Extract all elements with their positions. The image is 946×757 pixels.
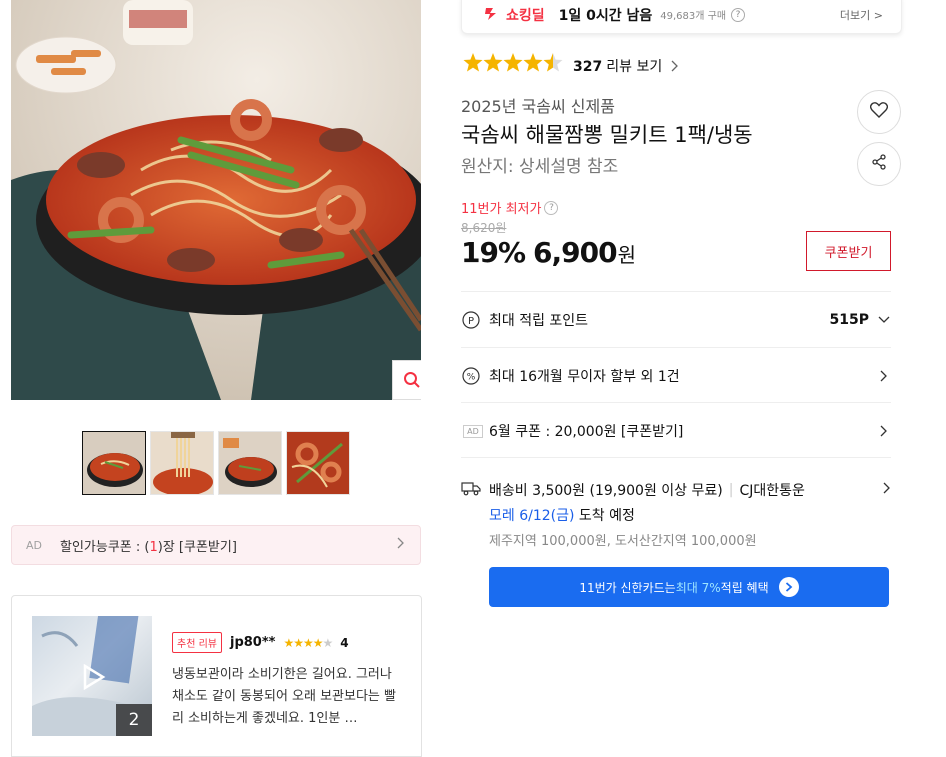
divider — [461, 347, 891, 348]
divider — [461, 402, 891, 403]
review-link-label: 리뷰 보기 — [606, 59, 663, 75]
deal-more-link[interactable]: 더보기 > — [840, 7, 883, 23]
get-coupon-button[interactable]: 쿠폰받기 — [806, 231, 891, 271]
help-icon[interactable]: ? — [731, 7, 746, 22]
review-meta: 추천 리뷰 jp80** ★★★★★ 4 — [172, 632, 349, 653]
share-button[interactable] — [857, 142, 901, 186]
discount-rate: 19% — [461, 236, 526, 269]
chevron-right-icon — [883, 482, 891, 498]
thumbnail-2[interactable] — [150, 431, 214, 495]
installment-label: 최대 16개월 무이자 할부 외 1건 — [489, 369, 680, 385]
arrival-suffix: 도착 예정 — [574, 508, 635, 524]
point-icon: P — [461, 310, 481, 330]
arrow-right-icon — [778, 577, 799, 597]
product-star-rating — [463, 52, 565, 80]
product-title: 국솜씨 해물짬뽕 밀키트 1팩/냉동 — [461, 123, 753, 147]
lowest-price-text: 11번가 최저가 — [461, 202, 542, 217]
product-subtitle: 2025년 국솜씨 신제품 — [461, 97, 615, 116]
recommended-review-badge: 추천 리뷰 — [172, 632, 222, 653]
search-icon — [403, 371, 421, 389]
svg-text:%: % — [467, 373, 476, 383]
chevron-right-icon — [396, 537, 406, 553]
thumbnail-3[interactable] — [218, 431, 282, 495]
original-price: 8,620원 — [461, 221, 507, 235]
thumbnail-4[interactable] — [286, 431, 350, 495]
ad-coupon-count: 1 — [149, 539, 158, 555]
arrival-date: 모레 6/12(금) — [489, 508, 575, 524]
review-image-count: 2 — [116, 704, 152, 736]
shocking-deal-bar: 쇼킹딜 1일 0시간 남음 49,683개 구매 ? 더보기 > — [461, 0, 902, 34]
arrival-estimate: 모레 6/12(금) 도착 예정 — [489, 505, 891, 525]
currency-unit: 원 — [617, 243, 637, 267]
truck-icon — [461, 480, 481, 500]
wishlist-button[interactable] — [857, 90, 901, 134]
shipping-fee-line: 배송비 3,500원 (19,900원 이상 무료) | CJ대한통운 — [461, 480, 891, 500]
reviewer-name: jp80** — [229, 635, 276, 650]
card-banner-highlight: 최대 7% — [675, 580, 721, 595]
points-value: 515P — [829, 312, 869, 328]
share-icon — [871, 154, 887, 174]
rating-summary[interactable]: 327 리뷰 보기 — [463, 52, 680, 80]
card-banner-suffix: 적립 혜택 — [720, 580, 769, 595]
ad-tag: AD — [26, 538, 42, 552]
deal-sold-count: 49,683개 구매 — [660, 11, 727, 22]
card-banner-prefix: 11번가 신한카드는 — [579, 580, 676, 595]
sale-price-row: 19% 6,900 원 — [461, 236, 636, 269]
ad-icon: AD — [461, 421, 485, 441]
thumbnail-1[interactable] — [82, 431, 146, 495]
percent-icon: % — [461, 366, 481, 386]
chevron-right-icon — [877, 425, 891, 437]
review-score: 4 — [340, 635, 349, 650]
svg-text:P: P — [468, 316, 474, 327]
lowest-price-label: 11번가 최저가 ? — [461, 198, 559, 217]
ad-tag: AD — [463, 424, 483, 438]
thumbnail-strip — [82, 431, 350, 495]
ad-coupon-suffix: )장 [쿠폰받기] — [157, 539, 237, 555]
featured-review-card[interactable]: 2 추천 리뷰 jp80** ★★★★★ 4 냉동보관이라 소비기한은 길어요.… — [11, 595, 422, 757]
separator: | — [728, 482, 734, 498]
monthly-coupon-row[interactable]: AD 6월 쿠폰 : 20,000원 [쿠폰받기] — [461, 420, 891, 442]
review-video-thumbnail[interactable]: 2 — [32, 616, 152, 736]
review-count-link[interactable]: 327 리뷰 보기 — [573, 56, 662, 76]
ad-coupon-prefix: 할인가능쿠폰 : ( — [60, 539, 150, 555]
product-origin: 원산지: 상세설명 참조 — [461, 157, 619, 177]
chevron-right-icon — [877, 370, 891, 382]
deal-label: 쇼킹딜 — [506, 7, 545, 24]
product-main-image[interactable] — [11, 0, 421, 400]
shipping-fee: 배송비 3,500원 (19,900원 이상 무료) — [489, 483, 723, 499]
divider — [461, 291, 891, 292]
review-star-rating: ★★★★★ — [283, 635, 333, 650]
installment-row[interactable]: % 최대 16개월 무이자 할부 외 1건 — [461, 365, 891, 387]
card-benefit-banner[interactable]: 11번가 신한카드는 최대 7% 적립 혜택 — [489, 567, 889, 607]
shipping-carrier: CJ대한통운 — [739, 483, 805, 499]
play-icon — [82, 663, 106, 694]
extra-shipping-fee: 제주지역 100,000원, 도서산간지역 100,000원 — [489, 534, 757, 549]
divider — [461, 457, 891, 458]
ad-discount-coupon-banner[interactable]: AD 할인가능쿠폰 : (1)장 [쿠폰받기] — [11, 525, 421, 565]
shocking-deal-icon — [484, 5, 500, 25]
points-label: 최대 적립 포인트 — [489, 313, 589, 329]
deal-remaining-time: 1일 0시간 남음 — [558, 7, 653, 24]
help-icon[interactable]: ? — [544, 200, 559, 215]
shipping-info[interactable]: 배송비 3,500원 (19,900원 이상 무료) | CJ대한통운 모레 6… — [461, 480, 891, 549]
heart-icon — [869, 102, 889, 122]
sale-price: 6,900 — [533, 236, 618, 269]
chevron-right-icon — [670, 57, 680, 76]
points-row[interactable]: P 최대 적립 포인트 515P — [461, 309, 891, 331]
zoom-button[interactable] — [392, 360, 421, 400]
chevron-down-icon — [877, 316, 891, 324]
review-count: 327 — [573, 59, 603, 75]
monthly-coupon-label: 6월 쿠폰 : 20,000원 [쿠폰받기] — [489, 424, 684, 440]
ad-coupon-text: 할인가능쿠폰 : (1)장 [쿠폰받기] — [60, 536, 396, 555]
review-text: 냉동보관이라 소비기한은 길어요. 그러나 채소도 같이 동봉되어 오래 보관보… — [172, 667, 396, 726]
